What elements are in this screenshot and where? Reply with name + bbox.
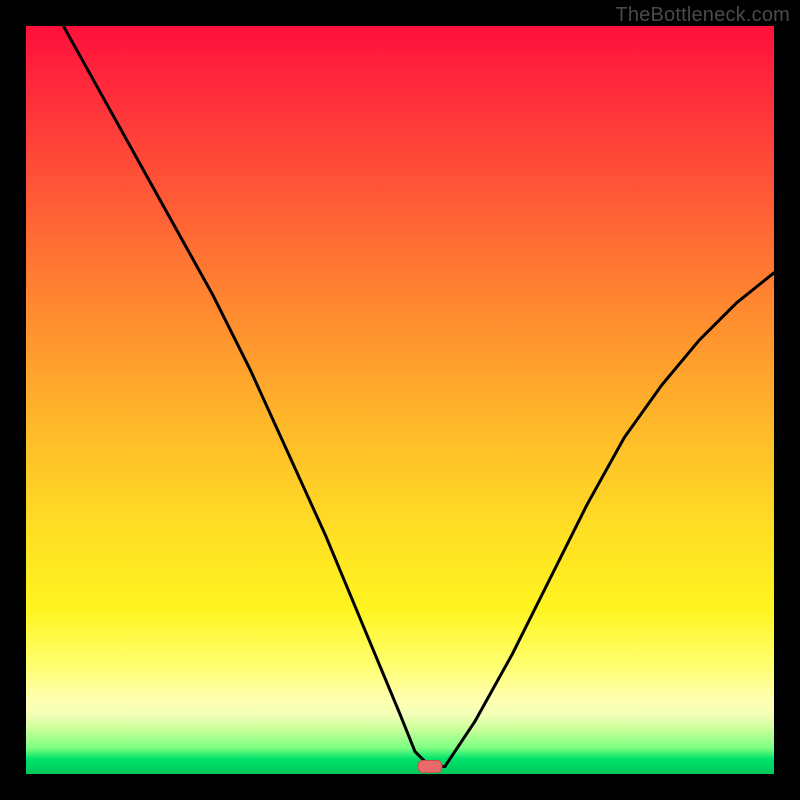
chart-frame: TheBottleneck.com [0, 0, 800, 800]
plot-area [26, 26, 774, 774]
bottleneck-curve [63, 26, 774, 767]
optimum-marker [418, 761, 442, 773]
watermark-text: TheBottleneck.com [615, 4, 790, 27]
chart-svg [26, 26, 774, 774]
